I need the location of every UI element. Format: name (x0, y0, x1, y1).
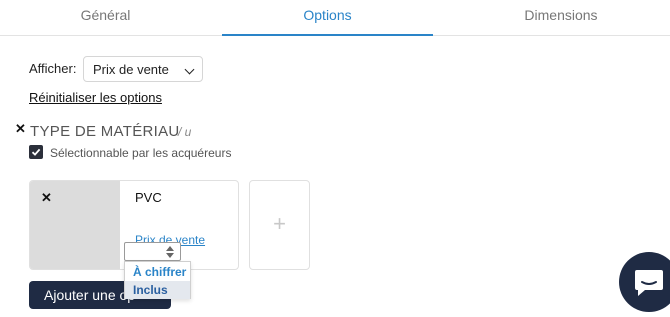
dropdown-option-a-chiffrer[interactable]: À chiffrer (125, 263, 190, 281)
remove-section-close-icon[interactable]: ✕ (15, 122, 26, 135)
tab-dimensions[interactable]: Dimensions (452, 0, 670, 36)
remove-option-close-icon[interactable]: ✕ (41, 191, 52, 204)
display-label: Afficher: (29, 61, 77, 76)
option-name[interactable]: PVC (135, 190, 162, 205)
tab-bar: Général Options Dimensions (0, 0, 670, 36)
selectable-checkbox-label: Sélectionnable par les acquéreurs (50, 146, 232, 160)
tab-options[interactable]: Options (222, 0, 433, 36)
chat-widget-button[interactable] (619, 252, 670, 312)
price-stepper[interactable] (124, 242, 181, 261)
checkmark-icon (31, 148, 41, 156)
stepper-arrows-icon[interactable] (166, 245, 176, 258)
section-title: TYPE DE MATÉRIAU (30, 123, 180, 140)
dropdown-option-inclus[interactable]: Inclus (125, 281, 190, 299)
stepper-up-icon[interactable] (166, 246, 174, 251)
price-type-dropdown: À chiffrer Inclus (124, 261, 191, 299)
active-tab-indicator (222, 34, 433, 36)
plus-icon: + (273, 211, 286, 236)
reset-options-link[interactable]: Réinitialiser les options (29, 90, 162, 105)
display-select-value: Prix de vente (93, 62, 169, 77)
stepper-down-icon[interactable] (166, 253, 174, 258)
chevron-down-icon (184, 64, 195, 75)
display-select[interactable]: Prix de vente (83, 56, 203, 82)
chat-bubble-icon (635, 270, 663, 296)
add-option-card[interactable]: + (249, 180, 310, 270)
tab-general[interactable]: Général (0, 0, 211, 36)
section-unit: / u (178, 125, 192, 139)
selectable-checkbox[interactable] (29, 145, 43, 159)
